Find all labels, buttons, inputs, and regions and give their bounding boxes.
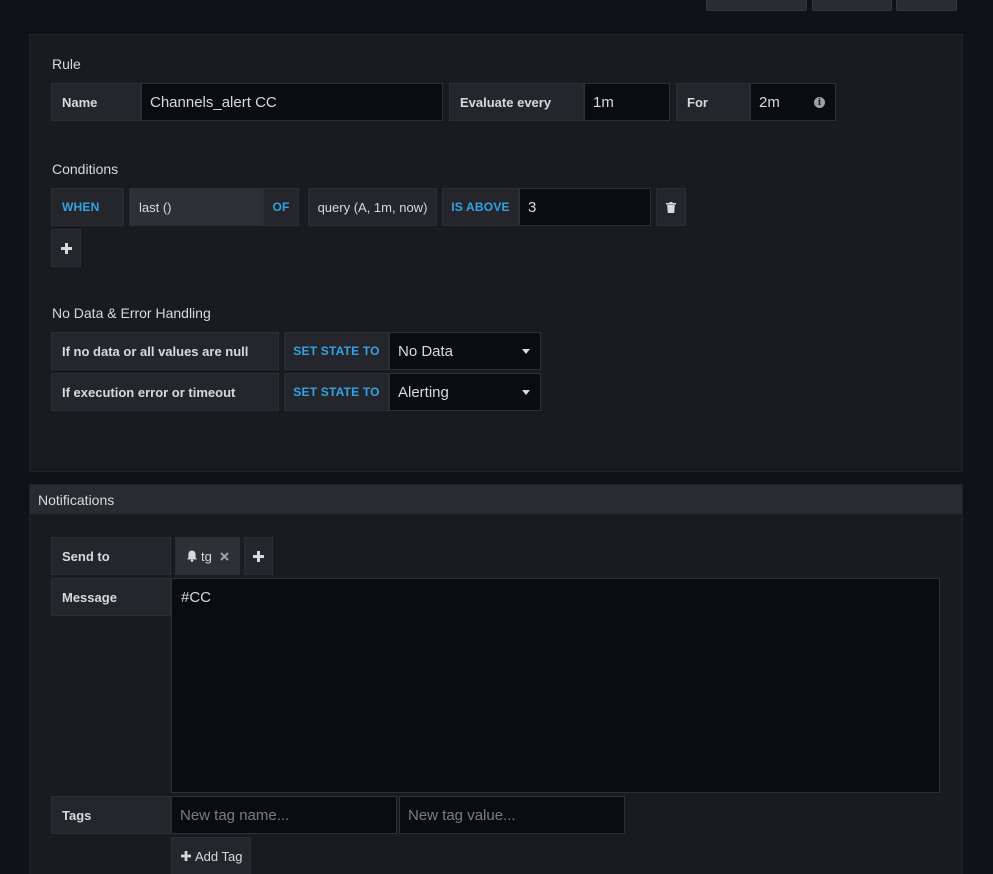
channel-tag[interactable]: tg: [175, 537, 240, 575]
name-label: Name: [51, 83, 141, 121]
when-keyword: WHEN: [51, 188, 124, 226]
plus-icon: [253, 550, 264, 562]
of-keyword: OF: [263, 188, 299, 226]
no-data-set-state-keyword: SET STATE TO: [284, 332, 389, 370]
evaluate-every-label: Evaluate every: [449, 83, 584, 121]
message-label: Message: [51, 578, 171, 616]
add-tag-label: Add Tag: [195, 848, 243, 864]
exec-error-set-state-keyword: SET STATE TO: [284, 373, 389, 411]
add-notification-button[interactable]: [244, 537, 273, 575]
query-label: query (A, 1m, now): [317, 199, 428, 215]
tag-value-input[interactable]: [399, 796, 625, 834]
no-data-title: No Data & Error Handling: [52, 305, 211, 321]
caret-down-icon: [522, 390, 530, 395]
add-tag-button[interactable]: Add Tag: [171, 837, 251, 874]
delete-condition-button[interactable]: [656, 188, 686, 226]
query-button[interactable]: query (A, 1m, now): [308, 188, 437, 226]
message-textarea[interactable]: #CC: [171, 578, 940, 793]
exec-error-state-value: Alerting: [398, 383, 449, 401]
plus-icon: [181, 851, 191, 861]
for-input[interactable]: 2m i: [750, 83, 836, 121]
info-icon[interactable]: i: [814, 97, 825, 108]
toolbar-button-2[interactable]: [812, 0, 892, 11]
remove-icon[interactable]: [220, 551, 229, 561]
toolbar-button-3[interactable]: [896, 0, 957, 11]
toolbar-button-1[interactable]: [706, 0, 807, 11]
alert-rule-panel: Rule Name Evaluate every For 2m i Condit…: [29, 34, 963, 472]
notifications-panel: Notifications Send to tg Message #CC Tag…: [29, 484, 963, 874]
reducer-button[interactable]: last (): [129, 188, 263, 226]
threshold-input[interactable]: [519, 188, 651, 226]
channel-name: tg: [201, 548, 212, 564]
trash-icon: [666, 201, 676, 213]
conditions-title: Conditions: [52, 161, 119, 177]
bell-icon: [187, 550, 197, 562]
name-input[interactable]: [141, 83, 443, 121]
caret-down-icon: [522, 349, 530, 354]
plus-icon: [60, 242, 72, 254]
no-data-label: If no data or all values are null: [51, 332, 279, 370]
for-label: For: [676, 83, 750, 121]
tags-label: Tags: [51, 796, 171, 834]
rule-title: Rule: [52, 56, 81, 72]
for-value: 2m: [759, 93, 780, 111]
tag-name-input[interactable]: [171, 796, 397, 834]
notifications-title: Notifications: [30, 485, 962, 514]
no-data-state-value: No Data: [398, 342, 454, 360]
evaluator-button[interactable]: IS ABOVE: [442, 188, 519, 226]
evaluate-every-input[interactable]: [584, 83, 670, 121]
exec-error-state-select[interactable]: Alerting: [389, 373, 541, 411]
no-data-state-select[interactable]: No Data: [389, 332, 541, 370]
reducer-label: last (): [139, 199, 172, 215]
exec-error-label: If execution error or timeout: [51, 373, 279, 411]
add-condition-button[interactable]: [51, 229, 81, 267]
send-to-label: Send to: [51, 537, 171, 575]
